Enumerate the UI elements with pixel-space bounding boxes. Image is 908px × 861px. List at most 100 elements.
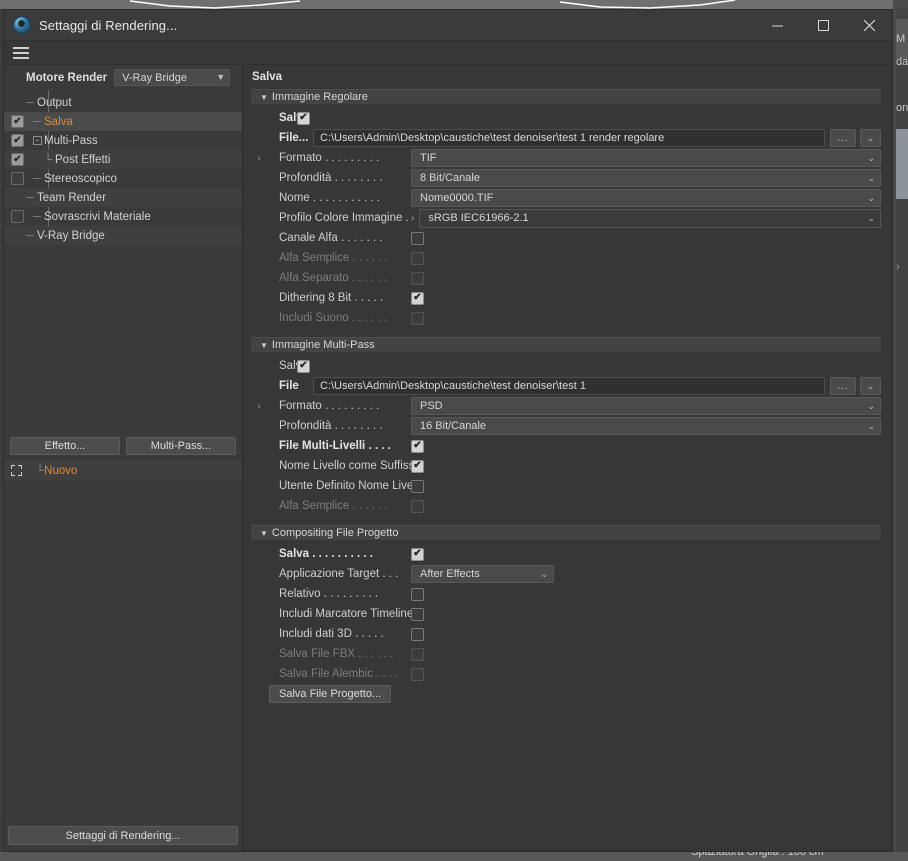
close-button[interactable]: [846, 10, 892, 41]
field-row-salva: Salva✔: [251, 356, 881, 376]
expand-arrow-icon[interactable]: ›: [251, 401, 267, 412]
dropdown-value: TIF: [420, 152, 437, 164]
render-engine-label: Motore Render: [26, 71, 108, 84]
expand-arrow-icon[interactable]: ›: [251, 153, 267, 164]
check-icon: ✔: [13, 153, 22, 165]
dropdown-value: PSD: [420, 400, 443, 412]
chevron-down-icon: ⌄: [867, 420, 875, 431]
browse-button[interactable]: ...: [830, 377, 856, 395]
checkbox[interactable]: ✔: [411, 439, 424, 453]
tree-item-checkbox[interactable]: ✔: [11, 134, 24, 147]
tree-item-output[interactable]: ─ Output: [4, 93, 242, 112]
file-path-input[interactable]: C:\Users\Admin\Desktop\caustiche\test de…: [313, 377, 825, 395]
tree-item-checkbox[interactable]: ✔: [11, 115, 24, 128]
hamburger-menu-icon[interactable]: [13, 46, 29, 59]
save-project-file-button[interactable]: Salva File Progetto...: [269, 685, 392, 703]
field-label: File: [279, 380, 299, 392]
dropdown-select[interactable]: TIF ⌄: [411, 149, 881, 167]
checkbox: [411, 667, 424, 681]
effect-button[interactable]: Effetto...: [10, 437, 120, 455]
left-panel: Motore Render V-Ray Bridge ▼ ─ Output ✔ ─ Sa…: [4, 65, 243, 851]
checkbox[interactable]: ✔: [411, 459, 424, 473]
right-panel-title: Salva: [252, 71, 283, 83]
color-profile-select[interactable]: sRGB IEC61966-2.1 ⌄: [419, 208, 881, 228]
group-immagine-multi-pass: ▼Immagine Multi-Pass Salva✔ File C:\Users\A…: [251, 337, 881, 519]
chevron-down-icon: ⌄: [867, 172, 875, 183]
bg-fragment-image: [896, 129, 908, 199]
maximize-icon: [817, 19, 829, 31]
tree-item-label: Team Render: [37, 191, 107, 204]
tree-item-checkbox[interactable]: [11, 172, 24, 185]
checkbox[interactable]: [411, 607, 424, 621]
window-titlebar[interactable]: Settaggi di Rendering...: [4, 10, 892, 41]
file-dropdown-button[interactable]: ⌄: [860, 377, 881, 395]
tree-item-stereoscopico[interactable]: ─ Stereoscopico: [4, 169, 242, 188]
check-icon: ✔: [299, 360, 308, 371]
checkbox[interactable]: [411, 479, 424, 493]
group-header[interactable]: ▼ Compositing File Progetto: [251, 525, 881, 540]
checkbox[interactable]: [411, 587, 424, 601]
render-engine-value: V-Ray Bridge: [122, 71, 187, 84]
file-dropdown-button[interactable]: ⌄: [860, 129, 881, 147]
field-row-nome-livello-come-suffisso: Nome Livello come Suffisso ✔: [251, 456, 881, 476]
checkbox[interactable]: ✔: [297, 111, 310, 125]
bg-fragment-text-0: M: [896, 33, 906, 45]
tree-item-label: V-Ray Bridge: [37, 229, 105, 242]
tree-collapse-toggle[interactable]: -: [33, 136, 42, 145]
background-panel-fragment: M da on ›: [896, 9, 908, 861]
dropdown-select[interactable]: After Effects ⌄: [411, 565, 554, 583]
tree-item-post-effetti[interactable]: ✔ └ Post Effetti: [4, 150, 242, 169]
checkbox[interactable]: [411, 627, 424, 641]
left-lower-pane: [4, 481, 242, 821]
check-icon: ✔: [413, 548, 422, 559]
field-label: Relativo . . . . . . . . .: [279, 588, 379, 600]
file-path-input[interactable]: C:\Users\Admin\Desktop\caustiche\test de…: [313, 129, 825, 147]
new-effect-row[interactable]: └ Nuovo: [4, 460, 242, 481]
dropdown-select[interactable]: Nome0000.TIF ⌄: [411, 189, 881, 207]
checkbox[interactable]: [411, 231, 424, 245]
tree-item-multi-pass[interactable]: ✔ - Multi-Pass: [4, 131, 242, 150]
expand-arrow-icon[interactable]: ›: [411, 213, 414, 224]
chevron-down-icon: ⌄: [867, 192, 875, 203]
tree-item-v-ray-bridge[interactable]: ─ V-Ray Bridge: [4, 226, 242, 245]
minimize-button[interactable]: [754, 10, 800, 41]
field-row-salva: Salva✔: [251, 108, 881, 128]
settings-scroll-area: ▼Immagine Regolare Salva✔ File... C:\Users\…: [243, 89, 892, 851]
tree-item-salva[interactable]: ✔ ─ Salva: [4, 112, 242, 131]
tree-item-checkbox[interactable]: ✔: [11, 153, 24, 166]
field-label: Salva . . . . . . . . . .: [279, 548, 373, 560]
caret-down-icon: ▼: [260, 92, 268, 102]
field-row-salva-file-fbx: Salva File FBX . . . . . .: [251, 644, 881, 664]
group-header[interactable]: ▼ Immagine Multi-Pass: [251, 337, 881, 352]
field-row-includi-marcatore-timeline: Includi Marcatore Timeline: [251, 604, 881, 624]
dropdown-select[interactable]: 16 Bit/Canale ⌄: [411, 417, 881, 435]
checkbox[interactable]: ✔: [297, 359, 310, 373]
field-label: File...: [279, 132, 309, 144]
render-engine-select[interactable]: V-Ray Bridge ▼: [114, 69, 231, 86]
settings-tree: ─ Output ✔ ─ Salva ✔ - Multi-Pass ✔ └ Post Effetti…: [4, 90, 242, 433]
tree-item-team-render[interactable]: ─ Team Render: [4, 188, 242, 207]
field-label: File Multi-Livelli . . . .: [279, 440, 391, 452]
tree-item-sovrascrivi-materiale[interactable]: ─ Sovrascrivi Materiale: [4, 207, 242, 226]
field-label: Includi Marcatore Timeline: [279, 608, 411, 620]
checkbox: [411, 251, 424, 265]
checkbox[interactable]: ✔: [411, 291, 424, 305]
render-settings-button[interactable]: Settaggi di Rendering...: [8, 826, 238, 845]
field-label: Profondità . . . . . . . .: [279, 420, 383, 432]
group-immagine-regolare: ▼Immagine Regolare Salva✔ File... C:\Users\…: [251, 89, 881, 331]
caret-down-icon: ▼: [260, 340, 268, 350]
dropdown-select[interactable]: PSD ⌄: [411, 397, 881, 415]
checkbox[interactable]: ✔: [411, 547, 424, 561]
chevron-down-icon: ⌄: [867, 152, 875, 163]
group-body: Salva✔ File C:\Users\Admin\Desktop\caustic…: [251, 352, 881, 519]
group-header[interactable]: ▼ Immagine Regolare: [251, 89, 881, 104]
browse-button[interactable]: ...: [830, 129, 856, 147]
dropdown-select[interactable]: 8 Bit/Canale ⌄: [411, 169, 881, 187]
tree-item-checkbox[interactable]: [11, 210, 24, 223]
menu-strip: [4, 41, 892, 65]
multipass-button[interactable]: Multi-Pass...: [126, 437, 236, 455]
tree-item-label: Sovrascrivi Materiale: [44, 210, 151, 223]
field-row-alfa-semplice: Alfa Semplice . . . . . .: [251, 248, 881, 268]
maximize-button[interactable]: [800, 10, 846, 41]
tree-branch-icon: ─: [26, 96, 34, 109]
